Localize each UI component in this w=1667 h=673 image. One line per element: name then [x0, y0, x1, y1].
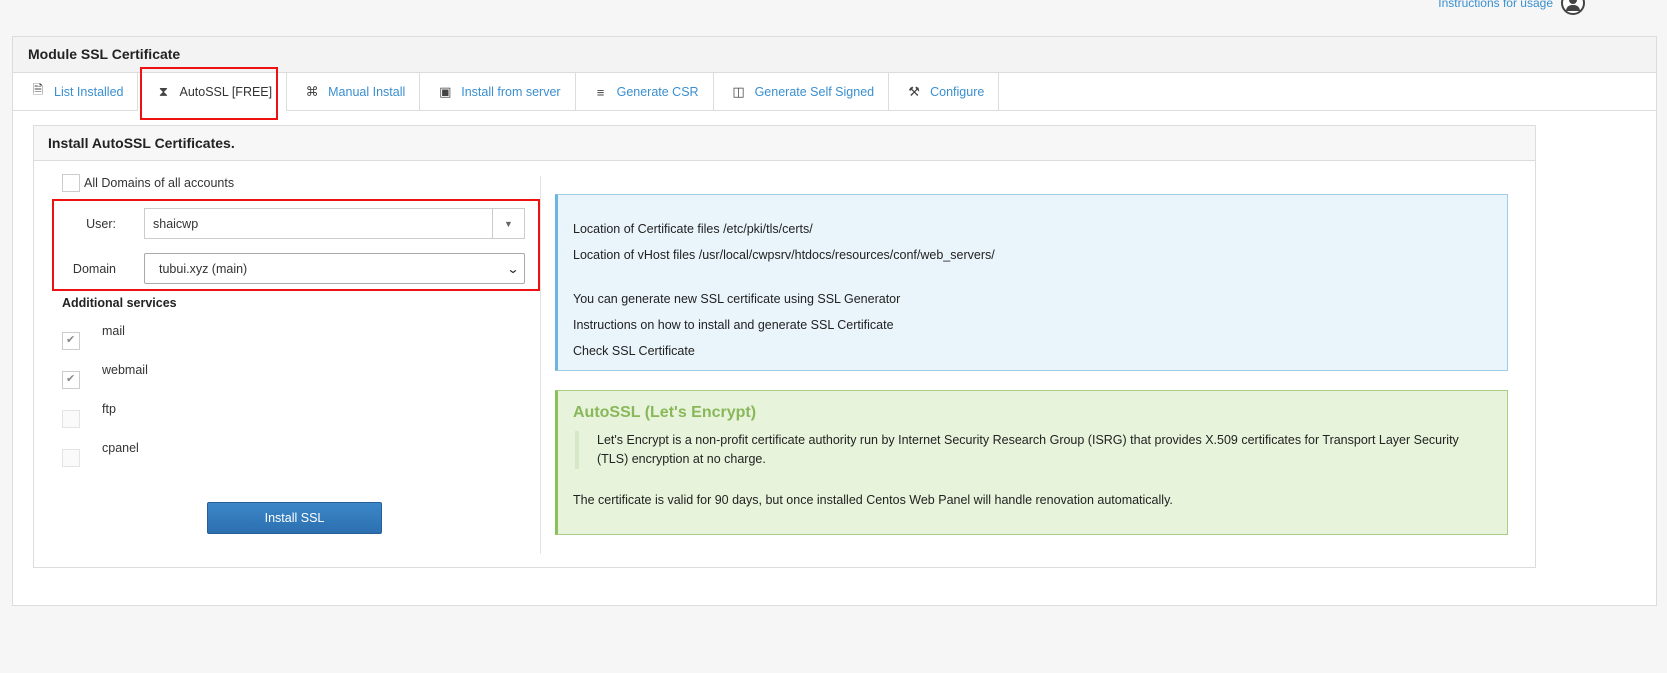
- tag-icon: ⧗: [158, 84, 169, 99]
- service-cpanel[interactable]: cpanel: [62, 441, 139, 467]
- check-ssl-link[interactable]: Check SSL Certificate: [573, 338, 1492, 364]
- tab-list-installed[interactable]: 🗎 List Installed: [13, 73, 139, 111]
- user-row: User: shaicwp ▼: [72, 208, 528, 239]
- user-label: User:: [86, 216, 116, 231]
- tab-generate-self-signed[interactable]: ◫ Generate Self Signed: [714, 73, 890, 111]
- ssl-instructions-link[interactable]: Instructions on how to install and gener…: [573, 312, 1492, 338]
- service-label: mail: [102, 324, 125, 338]
- mail-checkbox[interactable]: [62, 332, 80, 350]
- dropdown-arrow-icon[interactable]: ▼: [492, 209, 524, 238]
- chevron-down-icon: ⌄: [506, 261, 520, 276]
- briefcase-icon: ▣: [439, 84, 452, 99]
- domain-select-value: tubui.xyz (main): [159, 261, 248, 276]
- ssl-generator-link[interactable]: You can generate new SSL certificate usi…: [573, 286, 1492, 312]
- letsencrypt-description: Let's Encrypt is a non-profit certificat…: [575, 431, 1492, 469]
- tab-label: Manual Install: [328, 85, 406, 99]
- user-select-value: shaicwp: [153, 216, 199, 231]
- tab-label: Configure: [930, 85, 985, 99]
- all-domains-label: All Domains of all accounts: [84, 176, 235, 190]
- service-mail[interactable]: mail: [62, 324, 125, 350]
- tab-label: Generate CSR: [616, 85, 699, 99]
- tab-label: Install from server: [461, 85, 561, 99]
- tab-generate-csr[interactable]: ≡ Generate CSR: [576, 73, 714, 111]
- service-ftp[interactable]: ftp: [62, 402, 116, 428]
- tab-bar: 🗎 List Installed ⧗ AutoSSL [FREE] ⌘ Manu…: [13, 73, 1656, 111]
- service-label: webmail: [102, 363, 148, 377]
- tools-icon: ⚒: [908, 84, 920, 99]
- tab-autossl[interactable]: ⧗ AutoSSL [FREE]: [138, 73, 288, 111]
- letsencrypt-title: AutoSSL (Let's Encrypt): [573, 404, 757, 421]
- domain-label: Domain: [72, 261, 116, 276]
- service-webmail[interactable]: webmail: [62, 363, 148, 389]
- letsencrypt-footer: The certificate is valid for 90 days, bu…: [573, 493, 1173, 507]
- tab-manual-install[interactable]: ⌘ Manual Install: [287, 73, 421, 111]
- certificate-icon: ◫: [732, 84, 745, 99]
- sliders-icon: ≡: [596, 84, 605, 100]
- panel-title: Install AutoSSL Certificates.: [34, 126, 1535, 161]
- additional-services-heading: Additional services: [62, 296, 177, 310]
- service-label: cpanel: [102, 441, 139, 455]
- ftp-checkbox[interactable]: [62, 410, 80, 428]
- tab-label: Generate Self Signed: [754, 85, 875, 99]
- tab-label: List Installed: [54, 85, 124, 99]
- install-ssl-button[interactable]: Install SSL: [207, 502, 382, 534]
- module-ssl-certificate: Module SSL Certificate 🗎 List Installed …: [12, 36, 1657, 606]
- user-icon[interactable]: [1561, 0, 1585, 15]
- top-bar: Instructions for usage: [1438, 0, 1585, 22]
- vhost-location-text: Location of vHost files /usr/local/cwpsr…: [573, 248, 995, 262]
- user-select[interactable]: shaicwp ▼: [144, 208, 525, 239]
- info-box: Location of Certificate files /etc/pki/t…: [555, 194, 1508, 371]
- domain-select[interactable]: tubui.xyz (main) ⌄: [144, 253, 525, 284]
- autossl-panel: Install AutoSSL Certificates. All Domain…: [33, 125, 1536, 568]
- cert-location-text: Location of Certificate files /etc/pki/t…: [573, 222, 813, 236]
- letsencrypt-box: AutoSSL (Let's Encrypt) Let's Encrypt is…: [555, 390, 1508, 535]
- webmail-checkbox[interactable]: [62, 371, 80, 389]
- cpanel-checkbox[interactable]: [62, 449, 80, 467]
- service-label: ftp: [102, 402, 116, 416]
- all-domains-checkbox[interactable]: [62, 174, 80, 192]
- tab-configure[interactable]: ⚒ Configure: [889, 73, 1000, 111]
- tab-install-from-server[interactable]: ▣ Install from server: [420, 73, 576, 111]
- module-title: Module SSL Certificate: [13, 37, 1656, 73]
- tab-label: AutoSSL [FREE]: [179, 85, 273, 99]
- column-divider: [540, 176, 541, 554]
- all-domains-option[interactable]: All Domains of all accounts: [62, 174, 234, 192]
- instructions-link[interactable]: Instructions for usage: [1438, 0, 1553, 10]
- domain-row: Domain tubui.xyz (main) ⌄: [72, 253, 528, 284]
- command-icon: ⌘: [305, 84, 319, 99]
- document-icon: 🗎: [32, 82, 44, 97]
